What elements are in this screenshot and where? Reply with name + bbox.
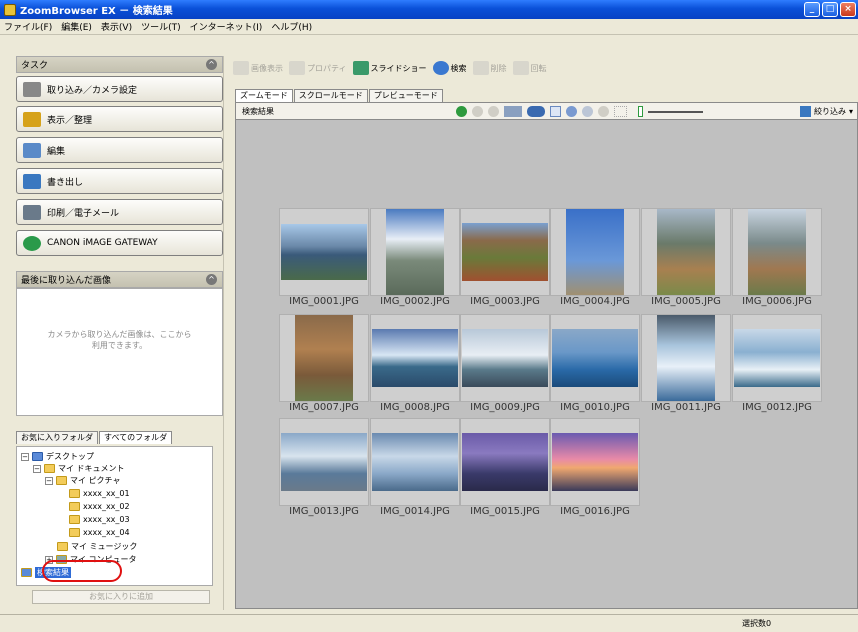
thumbnail[interactable]: IMG_0008.JPG [370,314,460,417]
recent-message-1: カメラから取り込んだ画像は、ここから [47,330,192,339]
task-view-organize[interactable]: 表示／整理 [16,106,223,132]
menu-bar: ファイル(F) 編集(E) 表示(V) ツール(T) インターネット(I) ヘル… [0,19,858,35]
thumbnail[interactable]: IMG_0004.JPG [550,208,640,311]
collapse-icon[interactable]: ^ [206,274,217,285]
menu-internet[interactable]: インターネット(I) [190,20,263,33]
task-edit[interactable]: 編集 [16,137,223,163]
thumbnail[interactable]: IMG_0007.JPG [279,314,369,417]
thumbnail[interactable]: IMG_0014.JPG [370,418,460,521]
task-print-email[interactable]: 印刷／電子メール [16,199,223,225]
menu-file[interactable]: ファイル(F) [4,20,52,33]
task-canon-gateway[interactable]: CANON iMAGE GATEWAY [16,230,223,256]
tree-my-music[interactable]: マイ ミュージック [57,541,137,552]
properties-button[interactable]: プロパティ [289,61,347,75]
task-import[interactable]: 取り込み／カメラ設定 [16,76,223,102]
delete-button[interactable]: 削除 [472,61,507,75]
thumbnail[interactable]: IMG_0001.JPG [279,208,369,311]
image-icon [233,61,249,75]
selected-count: 選択数0 [742,619,772,628]
thumbnail[interactable]: IMG_0011.JPG [641,314,731,417]
rotate-icon [512,61,529,75]
tab-preview-mode[interactable]: プレビューモード [368,89,443,102]
thumbnail[interactable]: IMG_0009.JPG [460,314,550,417]
splitter[interactable] [223,56,227,610]
globe-icon [23,235,41,251]
tree-folder-04[interactable]: xxxx_xx_04 [69,528,130,537]
slideshow-button[interactable]: スライドショー [352,61,427,75]
zoom-in-icon[interactable] [566,106,577,117]
select-tool-icon[interactable] [504,106,522,117]
thumbnail[interactable]: IMG_0016.JPG [550,418,640,521]
menu-view[interactable]: 表示(V) [101,20,132,33]
properties-icon [289,61,305,75]
status-bar: 選択数0 [0,614,858,632]
back-icon[interactable] [456,106,467,117]
filter-icon [799,106,811,117]
recent-header[interactable]: 最後に取り込んだ画像 ^ [16,271,223,288]
search-icon [432,61,449,75]
tree-my-pictures[interactable]: − マイ ピクチャ [45,475,120,486]
maximize-button[interactable]: □ [822,2,838,17]
title-bar: ZoomBrowser EX － 検索結果 _ □ × [0,0,858,19]
trash-icon [472,61,489,75]
up-icon[interactable] [488,106,499,117]
tab-all-folders[interactable]: すべてのフォルダ [99,431,173,444]
recent-panel: カメラから取り込んだ画像は、ここから 利用できます。 [16,288,223,416]
tree-my-documents[interactable]: − マイ ドキュメント [33,463,125,474]
thumbnail[interactable]: IMG_0002.JPG [370,208,460,311]
tree-folder-02[interactable]: xxxx_xx_02 [69,502,130,511]
search-button[interactable]: 検索 [432,61,467,75]
export-icon [23,173,41,189]
thumbnail[interactable]: IMG_0010.JPG [550,314,640,417]
thumbnail[interactable]: IMG_0003.JPG [460,208,550,311]
app-icon [4,3,16,16]
thumbnail[interactable]: IMG_0015.JPG [460,418,550,521]
filter-button[interactable]: 絞り込み ▾ [799,106,853,117]
minimize-button[interactable]: _ [804,2,820,17]
tasks-header[interactable]: タスク ^ [16,56,223,73]
slideshow-icon [352,61,369,75]
task-export[interactable]: 書き出し [16,168,223,194]
view-bar: 検索結果 絞り込み ▾ [235,102,858,120]
collapse-icon[interactable]: ^ [206,59,217,70]
add-favorite-button[interactable]: お気に入りに追加 [32,590,210,604]
edit-icon [23,142,41,158]
fit-window-icon[interactable] [614,106,627,117]
zoom-fit-icon[interactable] [598,106,609,117]
thumbnail[interactable]: IMG_0013.JPG [279,418,369,521]
tree-folder-03[interactable]: xxxx_xx_03 [69,515,130,524]
forward-icon[interactable] [472,106,483,117]
tree-desktop[interactable]: − デスクトップ [21,451,94,462]
window-title: ZoomBrowser EX － 検索結果 [20,6,173,17]
highlight-circle [42,560,122,582]
recent-message-2: 利用できます。 [91,341,148,350]
view-image-button[interactable]: 画像表示 [233,61,283,75]
menu-tools[interactable]: ツール(T) [141,20,181,33]
menu-edit[interactable]: 編集(E) [61,20,92,33]
folder-icon [23,111,41,127]
tab-scroll-mode[interactable]: スクロールモード [293,89,368,102]
thumbnail[interactable]: IMG_0012.JPG [732,314,822,417]
tree-folder-01[interactable]: xxxx_xx_01 [69,489,130,498]
info-icon[interactable] [527,106,545,117]
zoom-out-icon[interactable] [582,106,593,117]
thumbnail[interactable]: IMG_0006.JPG [732,208,822,311]
menu-help[interactable]: ヘルプ(H) [271,20,312,33]
thumbnail-area: IMG_0001.JPG IMG_0002.JPG IMG_0003.JPG I… [235,120,858,609]
pointer-icon[interactable] [550,106,561,117]
rotate-button[interactable]: 回転 [512,61,547,75]
tab-favorite-folders[interactable]: お気に入りフォルダ [16,431,98,444]
tab-zoom-mode[interactable]: ズームモード [235,89,293,102]
main-toolbar: 画像表示 プロパティ スライドショー 検索 削除 回転 [229,55,858,81]
zoom-slider-track[interactable] [648,110,703,113]
zoom-slider-handle[interactable] [638,106,643,117]
view-label: 検索結果 [242,106,274,116]
close-button[interactable]: × [840,2,856,17]
thumbnail[interactable]: IMG_0005.JPG [641,208,731,311]
camera-icon [23,81,41,97]
printer-icon [23,204,41,220]
